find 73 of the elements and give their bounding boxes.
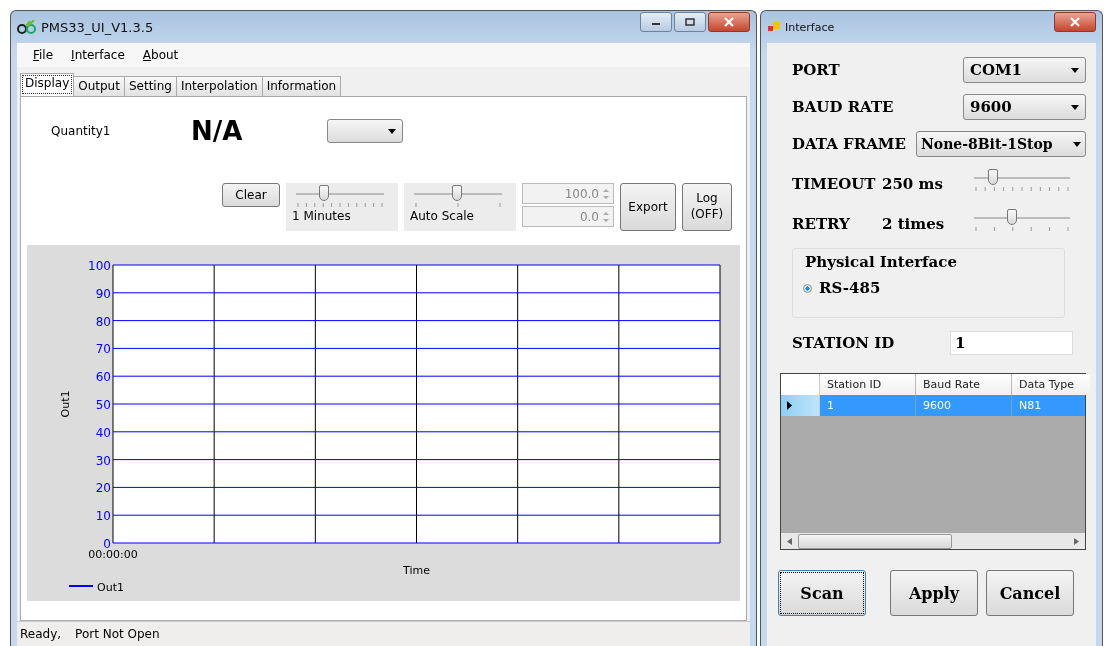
axis-tick-label: 50 [95,398,111,412]
minimize-button[interactable] [640,12,672,32]
input-field[interactable]: 1 [950,331,1073,355]
tab[interactable]: Display [20,73,75,96]
axis-tick-label: 70 [95,342,111,357]
caret-icon [1071,67,1079,73]
slider-thumb[interactable] [318,185,329,201]
slider-thumb[interactable] [452,185,462,201]
menu-item[interactable]: File [33,48,54,62]
tab[interactable]: Interpolation [175,76,263,96]
radio-button[interactable]: RS-485 [803,279,881,297]
caret-icon [1071,104,1079,110]
dropdown[interactable]: None-8Bit-1Stop [916,131,1086,157]
axis-tick-label: 100 [88,259,111,273]
app-logo-icon [17,20,37,34]
axis-tick-label: 0 [103,537,111,551]
caret-icon [1073,141,1081,147]
axis-tick-label: 00:00:00 [88,548,138,561]
slider-thumb[interactable] [988,169,999,185]
slider-panel: Auto Scale [404,183,516,231]
status-text: Ready, [20,627,62,641]
tab[interactable]: Setting [123,76,177,96]
export-button[interactable]: Export [620,183,676,231]
maximize-button[interactable] [674,12,706,32]
window-title: Interface [785,20,835,34]
tab[interactable]: Output [73,76,125,96]
slider-thumb[interactable] [1006,209,1017,225]
scroll-thumb[interactable] [798,533,952,549]
close-button[interactable] [708,12,750,32]
table-cell: 9600 [916,395,1012,416]
slider-panel: 1 Minutes [286,183,398,231]
axis-tick-label: 30 [95,453,111,468]
group-box: Physical Interface RS-485 [792,248,1065,318]
axis-title: Out1 [59,390,72,418]
close-icon [723,17,735,27]
legend-label: Out1 [97,581,124,594]
value-display: N/A [191,116,244,146]
axis-tick-label: 90 [95,286,111,301]
scroll-right-icon [1074,537,1079,545]
dropdown[interactable] [327,119,403,143]
table-cell-text: N81 [1018,398,1043,414]
clear-button[interactable]: Clear [222,183,280,207]
axis-tick-label: 80 [95,314,111,329]
window-icon [767,21,781,33]
tab-panel: Quantity1 N/A Clear 1 Minutes Auto Scale 100.0 0.0 Export Log (OFF) 0 10 20 30 40 50 60 70 80 90 100 00:00:00 Time Out1 Out1 [20,96,747,621]
dropdown[interactable]: 9600 [963,94,1086,120]
dialog-button[interactable]: Apply [890,570,978,616]
tab[interactable]: Information [261,76,342,96]
log-button[interactable]: Log (OFF) [682,183,732,231]
dialog-window: Interface PORT COM1 BAUD RATE 9600 DATA FRAME None-8Bit-1Stop TIMEOUT 250 ms RETRY 2 times Physical Interface RS-485 STATION ID 1 Station ID Baud Rate Data Type 1 9600 N81 Scan Apply Cancel [760,10,1103,646]
column-header[interactable]: Station ID [820,374,916,395]
axis-tick-label: 20 [95,481,111,496]
maximize-icon [684,17,696,27]
table-cell: 1 [820,395,916,416]
status-text: Port Not Open [75,627,160,641]
close-button[interactable] [1054,12,1096,32]
row-pointer-icon [787,401,792,410]
axis-tick-label: 60 [95,370,111,385]
axis-tick-label: 40 [95,425,111,440]
caret-icon [388,128,396,134]
horizontal-scrollbar[interactable] [781,533,1085,549]
menu-item[interactable]: Interface [71,48,125,62]
column-header[interactable]: Baud Rate [916,374,1012,395]
axis-tick-label: 10 [95,509,111,524]
close-icon [1069,17,1081,27]
window-title: PMS33_UI_V1.3.5 [41,19,154,35]
scroll-left-icon [787,537,792,545]
menu-item[interactable]: About [142,48,179,62]
axis-title: Time [403,564,430,577]
dialog-button[interactable]: Cancel [986,570,1074,616]
dropdown[interactable]: COM1 [963,57,1086,83]
column-header[interactable]: Data Type [1012,374,1090,395]
dialog-button[interactable]: Scan [778,570,866,616]
